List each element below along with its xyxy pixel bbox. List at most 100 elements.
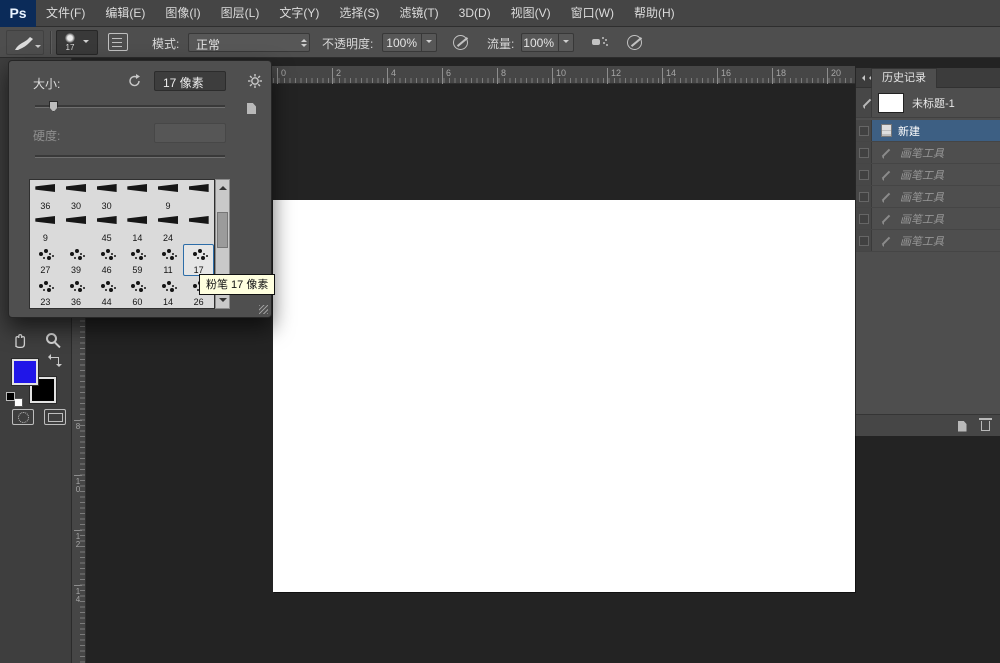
brush-preset[interactable]: 44 <box>91 276 122 308</box>
chevron-down-icon <box>426 40 432 46</box>
history-brush-source-cell[interactable] <box>856 230 872 251</box>
pressure-size-icon[interactable] <box>626 32 646 52</box>
size-slider-thumb[interactable] <box>49 101 58 112</box>
brush-preset[interactable] <box>61 212 92 244</box>
brush-size-input[interactable]: 17 像素 <box>154 71 226 91</box>
brush-preset[interactable]: 30 <box>61 180 92 212</box>
brush-preset[interactable] <box>183 180 214 212</box>
history-entry-undone[interactable]: 画笔工具 <box>856 164 1000 186</box>
stroke-brush-icon <box>188 216 209 224</box>
brush-size-label: 59 <box>132 265 143 275</box>
scroll-up-icon[interactable] <box>219 182 227 190</box>
brush-size-label: 30 <box>101 201 112 211</box>
brush-size-label: 36 <box>40 201 51 211</box>
menu-layer[interactable]: 图层(L) <box>211 0 270 27</box>
zoom-tool-icon[interactable] <box>46 333 57 344</box>
flow-dropdown[interactable] <box>559 33 574 52</box>
history-snapshot-row[interactable]: 未标题-1 <box>856 88 1000 118</box>
scroll-down-icon[interactable] <box>219 298 227 306</box>
menu-3d[interactable]: 3D(D) <box>449 0 501 27</box>
brush-preset[interactable]: 14 <box>122 212 153 244</box>
history-entry-undone[interactable]: 画笔工具 <box>856 186 1000 208</box>
stroke-brush-icon <box>157 216 178 224</box>
pressure-opacity-icon[interactable] <box>452 32 472 52</box>
spatter-brush-icon <box>37 248 53 261</box>
chevron-down-icon <box>83 40 89 46</box>
history-brush-source-cell[interactable] <box>856 142 872 163</box>
quick-mask-mode-icon[interactable] <box>12 409 34 425</box>
brush-size-label: 39 <box>70 265 81 275</box>
document-canvas[interactable] <box>273 200 855 592</box>
default-colors-icon[interactable] <box>6 392 23 407</box>
flow-input[interactable]: 100% <box>521 33 559 52</box>
brush-preset[interactable]: 23 <box>30 276 61 308</box>
brush-preset[interactable]: 9 <box>30 212 61 244</box>
brush-preset[interactable] <box>183 212 214 244</box>
brush-preset[interactable]: 14 <box>153 276 184 308</box>
scrollbar-thumb[interactable] <box>217 212 228 248</box>
resize-grip[interactable] <box>259 305 268 314</box>
menu-help[interactable]: 帮助(H) <box>624 0 685 27</box>
history-brush-source-cell[interactable] <box>856 208 872 229</box>
airbrush-icon[interactable] <box>590 33 610 51</box>
menu-select[interactable]: 选择(S) <box>329 0 389 27</box>
screen-mode-icon[interactable] <box>44 409 66 425</box>
ruler-number: 14 <box>74 585 82 604</box>
brush-preset[interactable]: 11 <box>153 244 184 276</box>
menu-type[interactable]: 文字(Y) <box>269 0 329 27</box>
stroke-brush-icon <box>127 184 148 192</box>
brush-preset[interactable]: 30 <box>91 180 122 212</box>
tab-history[interactable]: 历史记录 <box>871 68 937 88</box>
brush-preset-picker-button[interactable]: 17 <box>56 30 98 55</box>
history-entry-selected[interactable]: 新建 <box>856 120 1000 142</box>
foreground-color-swatch[interactable] <box>12 359 38 385</box>
new-document-from-state-button[interactable] <box>952 418 972 434</box>
menu-view[interactable]: 视图(V) <box>501 0 561 27</box>
history-brush-source-cell[interactable] <box>856 88 872 117</box>
spatter-brush-icon <box>160 280 176 293</box>
brush-preset[interactable]: 36 <box>61 276 92 308</box>
menu-filter[interactable]: 滤镜(T) <box>389 0 448 27</box>
brush-preset[interactable] <box>122 180 153 212</box>
menu-edit[interactable]: 编辑(E) <box>95 0 155 27</box>
brush-preset[interactable]: 45 <box>91 212 122 244</box>
history-entry-undone[interactable]: 画笔工具 <box>856 142 1000 164</box>
gear-icon[interactable] <box>247 73 263 89</box>
brush-size-value: 17 像素 <box>163 76 204 90</box>
menu-file[interactable]: 文件(F) <box>36 0 95 27</box>
brush-preset[interactable]: 36 <box>30 180 61 212</box>
history-entry-undone[interactable]: 画笔工具 <box>856 208 1000 230</box>
mode-select[interactable]: 正常 <box>188 33 310 52</box>
chevron-down-icon <box>35 45 41 51</box>
brush-preset-selected[interactable]: 17 <box>183 244 214 276</box>
brush-preset[interactable]: 39 <box>61 244 92 276</box>
snapshot-thumbnail[interactable] <box>878 92 904 113</box>
spatter-brush-icon <box>68 248 84 261</box>
new-brush-preset-icon[interactable] <box>247 103 256 114</box>
brush-preset[interactable]: 24 <box>153 212 184 244</box>
brush-preset[interactable]: 60 <box>122 276 153 308</box>
brush-preset[interactable]: 59 <box>122 244 153 276</box>
swap-colors-icon[interactable] <box>48 354 62 367</box>
history-brush-source-cell[interactable] <box>856 120 872 141</box>
delete-state-button[interactable] <box>975 418 995 434</box>
history-brush-source-cell[interactable] <box>856 164 872 185</box>
history-entry-undone[interactable]: 画笔工具 <box>856 230 1000 252</box>
menu-image[interactable]: 图像(I) <box>155 0 210 27</box>
size-slider[interactable] <box>35 101 225 112</box>
stroke-brush-icon <box>65 216 86 224</box>
opacity-input[interactable]: 100% <box>382 33 422 52</box>
opacity-dropdown[interactable] <box>422 33 437 52</box>
hand-tool-icon[interactable] <box>10 330 30 350</box>
brush-tool-preset-button[interactable] <box>6 30 44 55</box>
brush-preset[interactable]: 27 <box>30 244 61 276</box>
brush-icon <box>880 146 894 160</box>
source-well-icon <box>858 191 869 202</box>
brush-preset[interactable]: 46 <box>91 244 122 276</box>
reset-size-icon[interactable] <box>127 73 143 89</box>
menu-window[interactable]: 窗口(W) <box>561 0 624 27</box>
brush-preset[interactable]: 9 <box>153 180 184 212</box>
history-panel-footer <box>856 414 1000 436</box>
history-brush-source-cell[interactable] <box>856 186 872 207</box>
toggle-brush-panel-icon[interactable] <box>108 33 128 51</box>
